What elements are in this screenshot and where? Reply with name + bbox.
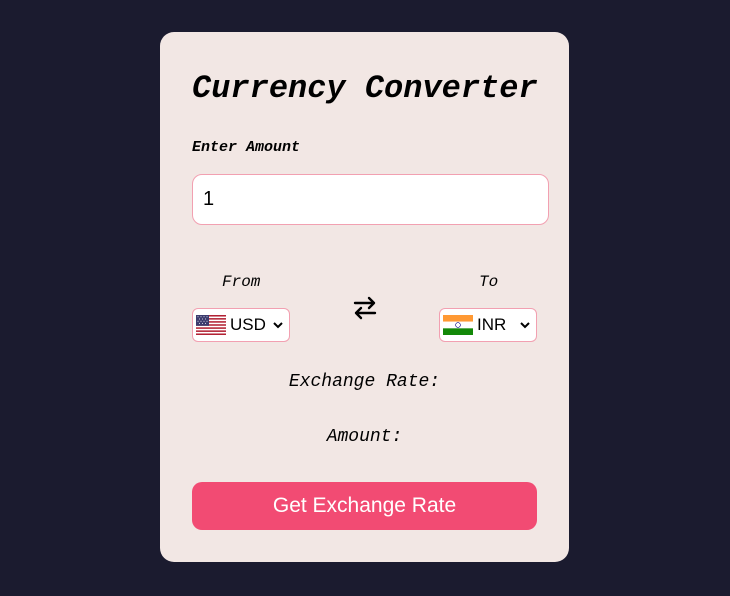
to-currency-code: INR (477, 315, 507, 334)
india-flag-icon (443, 315, 473, 335)
amount-input[interactable] (192, 174, 549, 225)
chevron-down-icon (273, 322, 283, 329)
swap-arrows-icon[interactable] (352, 295, 378, 321)
result-amount-label: Amount: (326, 427, 403, 447)
page-title: Currency Converter (192, 70, 538, 107)
from-currency-select[interactable]: USD (192, 308, 290, 342)
from-label: From (222, 273, 261, 291)
us-flag-icon (196, 315, 226, 335)
amount-label: Enter Amount (192, 139, 301, 156)
to-label: To (479, 273, 499, 291)
converter-card: Currency Converter Enter Amount From To … (160, 32, 569, 562)
exchange-rate-label: Exchange Rate: (288, 372, 441, 392)
from-currency-code: USD (230, 315, 266, 334)
get-exchange-rate-button[interactable]: Get Exchange Rate (192, 482, 537, 530)
to-currency-select[interactable]: INR (439, 308, 537, 342)
chevron-down-icon (520, 322, 530, 329)
